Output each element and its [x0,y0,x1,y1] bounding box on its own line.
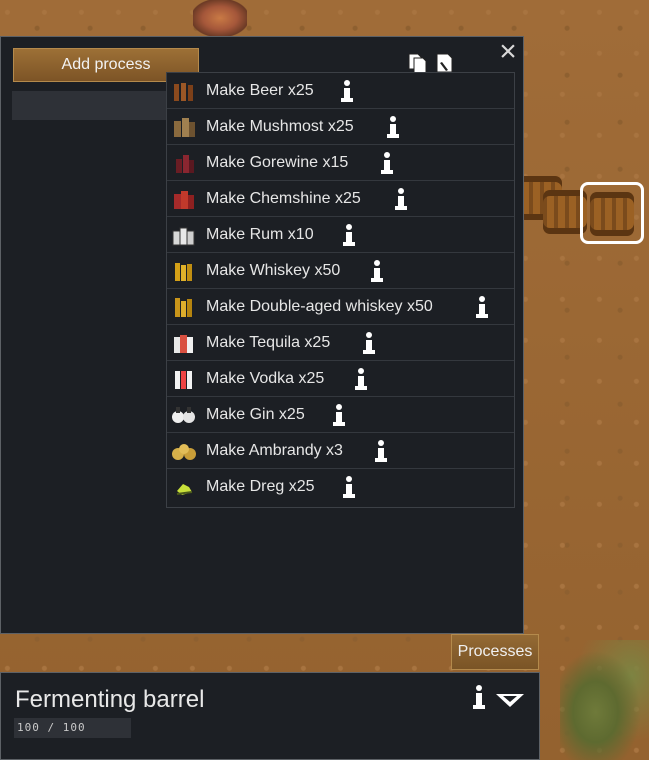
menu-item-gorewine[interactable]: Make Gorewine x15 [167,145,514,181]
info-icon[interactable] [379,151,395,175]
menu-item-label: Make Whiskey x50 [206,262,341,279]
menu-item-chemshine[interactable]: Make Chemshine x25 [167,181,514,217]
menu-item-label: Make Beer x25 [206,82,314,99]
dreg-icon [176,484,193,495]
menu-item-label: Make Tequila x25 [206,334,331,351]
menu-item-whiskey[interactable]: Make Whiskey x50 [167,253,514,289]
menu-item-label: Make Gorewine x15 [206,154,349,171]
selected-object-title: Fermenting barrel [15,686,205,713]
gorewine-icon [176,155,194,173]
mushmost-icon [174,118,195,137]
hit-points-text: 100 / 100 [17,721,86,734]
info-icon[interactable] [393,187,409,211]
tequila-icon [174,335,193,353]
menu-item-ambrandy[interactable]: Make Ambrandy x3 [167,433,514,469]
copy-icon[interactable] [407,52,429,74]
ore-rock[interactable] [193,0,247,36]
paste-icon[interactable] [434,52,456,74]
beer-icon [174,83,193,101]
menu-item-label: Make Chemshine x25 [206,190,361,207]
info-icon[interactable] [339,79,355,103]
menu-item-label: Make Mushmost x25 [206,118,354,135]
info-icon[interactable] [471,684,487,710]
add-process-dropdown: Make Beer x25 Make Mushmost x25 Make Gor… [166,72,515,508]
tab-processes[interactable]: Processes [451,634,539,670]
chevron-down-icon[interactable] [494,690,526,710]
ambrandy-icon [172,444,196,460]
info-icon[interactable] [361,331,377,355]
menu-item-label: Make Gin x25 [206,406,305,423]
menu-item-rum[interactable]: Make Rum x10 [167,217,514,253]
menu-item-double-aged-whiskey[interactable]: Make Double-aged whiskey x50 [167,289,514,325]
menu-item-tequila[interactable]: Make Tequila x25 [167,325,514,361]
grass-patch [560,640,649,760]
rum-icon [172,227,195,246]
gin-icon [172,407,195,423]
info-icon[interactable] [331,403,347,427]
double-aged-whiskey-icon [175,298,192,317]
info-icon[interactable] [341,475,357,499]
info-icon[interactable] [474,295,490,319]
whiskey-icon [175,263,192,281]
menu-item-label: Make Vodka x25 [206,370,325,387]
info-icon[interactable] [353,367,369,391]
info-icon[interactable] [373,439,389,463]
menu-item-beer[interactable]: Make Beer x25 [167,73,514,109]
menu-item-label: Make Ambrandy x3 [206,442,343,459]
selection-bracket [580,182,644,244]
menu-item-mushmost[interactable]: Make Mushmost x25 [167,109,514,145]
info-icon[interactable] [369,259,385,283]
menu-item-label: Make Double-aged whiskey x50 [206,298,433,315]
close-icon[interactable]: × [494,37,522,67]
menu-item-gin[interactable]: Make Gin x25 [167,397,514,433]
menu-item-vodka[interactable]: Make Vodka x25 [167,361,514,397]
info-icon[interactable] [341,223,357,247]
menu-item-label: Make Dreg x25 [206,478,315,495]
menu-item-dreg[interactable]: Make Dreg x25 [167,469,514,505]
vodka-icon [175,371,192,389]
info-icon[interactable] [385,115,401,139]
chemshine-icon [174,191,194,209]
menu-item-label: Make Rum x10 [206,226,314,243]
bill-list-slot [12,91,170,120]
